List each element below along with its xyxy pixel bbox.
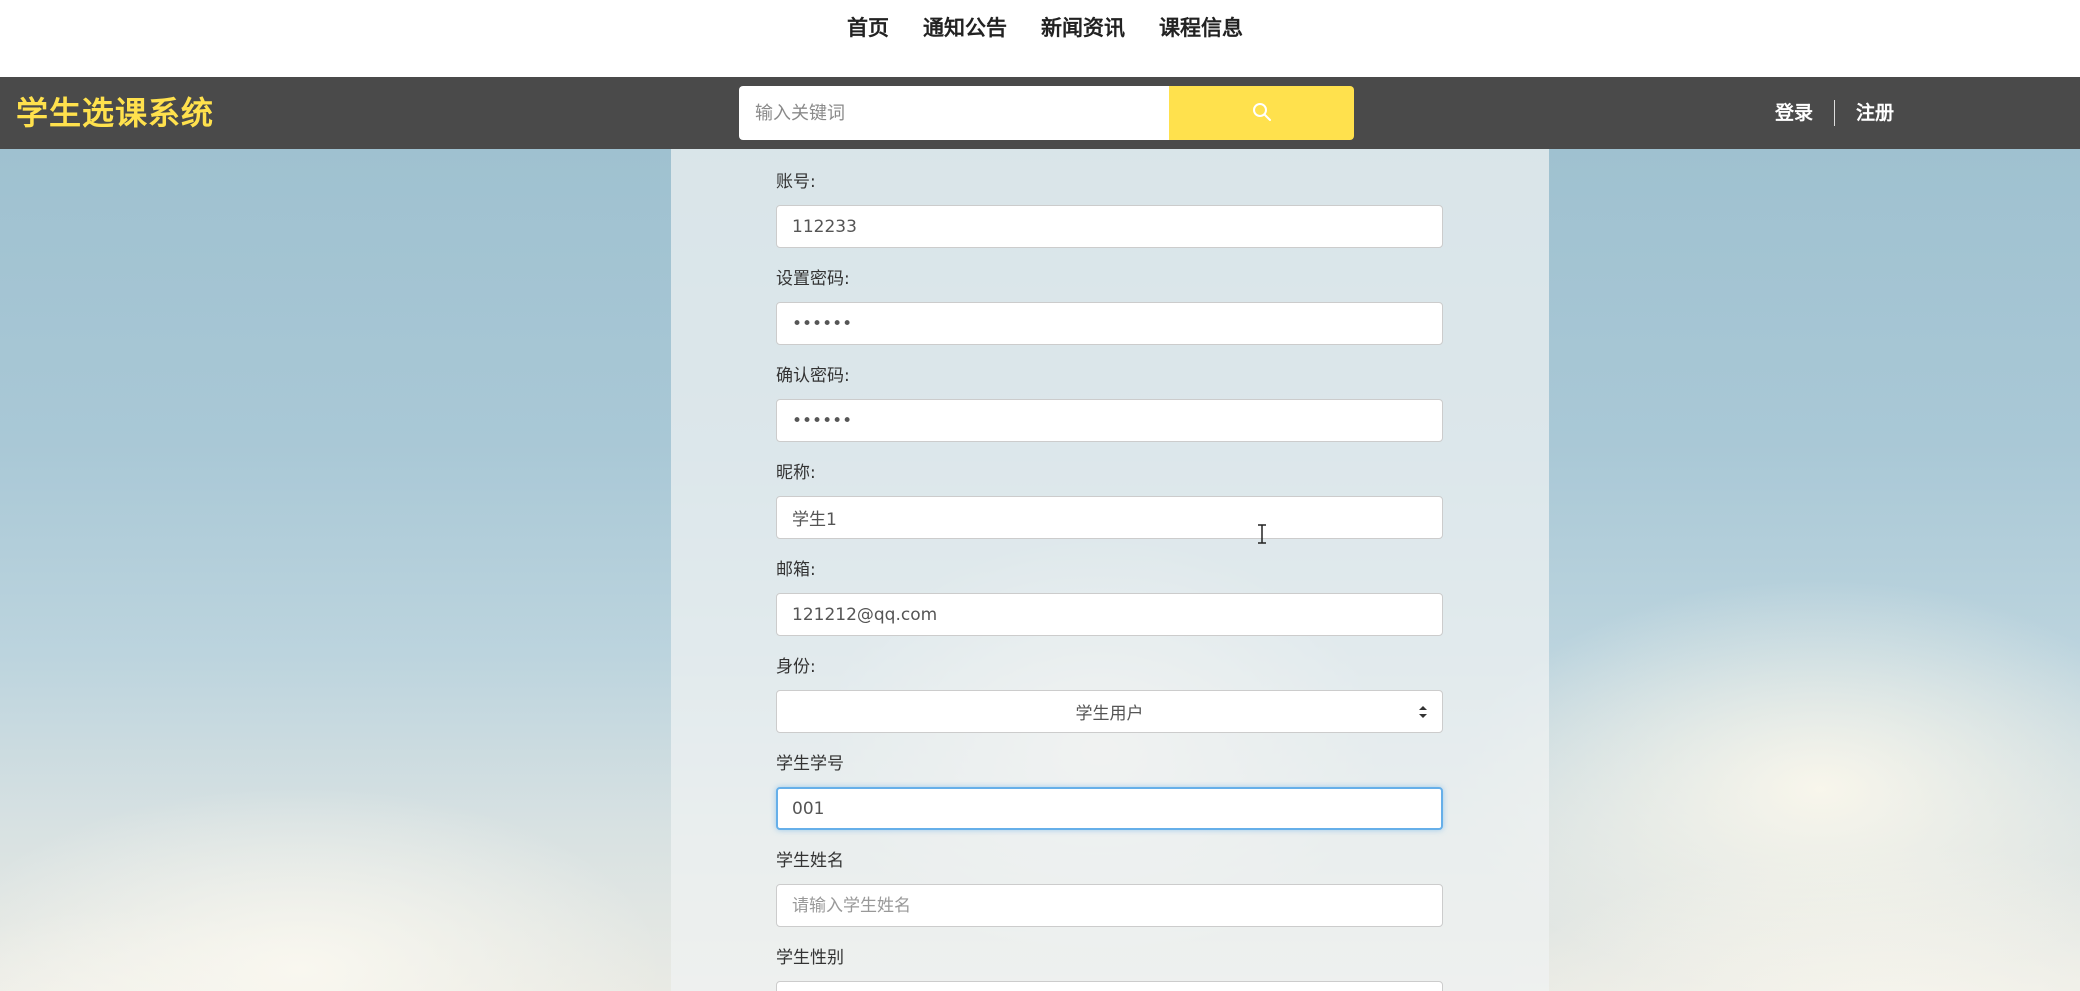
text-cursor-icon — [1256, 523, 1268, 545]
student-gender-field: 学生性别 — [776, 946, 1443, 991]
student-no-label: 学生学号 — [776, 754, 844, 774]
search-button[interactable] — [1169, 86, 1354, 140]
role-field: 身份: 学生用户 — [776, 655, 1443, 733]
login-link[interactable]: 登录 — [1775, 97, 1813, 129]
email-field: 邮箱: — [776, 558, 1443, 636]
student-name-field: 学生姓名 — [776, 849, 1443, 927]
nav-link-announcements[interactable]: 通知公告 — [923, 12, 1007, 44]
nickname-label: 昵称: — [776, 463, 816, 483]
student-no-field: 学生学号 — [776, 752, 1443, 830]
account-input[interactable] — [776, 205, 1443, 248]
student-name-input[interactable] — [776, 884, 1443, 927]
search-input[interactable] — [739, 86, 1169, 140]
confirm-password-label: 确认密码: — [776, 366, 850, 386]
account-label: 账号: — [776, 172, 816, 192]
email-input[interactable] — [776, 593, 1443, 636]
register-link[interactable]: 注册 — [1856, 97, 1894, 129]
chevron-updown-icon — [1418, 704, 1428, 720]
role-select[interactable]: 学生用户 — [776, 690, 1443, 733]
search-icon — [1252, 102, 1272, 125]
top-nav-links: 首页 通知公告 新闻资讯 课程信息 — [0, 12, 2080, 44]
nickname-input[interactable] — [776, 496, 1443, 539]
password-field: 设置密码: — [776, 267, 1443, 345]
email-label: 邮箱: — [776, 560, 816, 580]
top-nav: 首页 通知公告 新闻资讯 课程信息 — [0, 0, 2080, 77]
nav-link-news[interactable]: 新闻资讯 — [1041, 12, 1125, 44]
site-logo-title[interactable]: 学生选课系统 — [16, 91, 214, 135]
student-name-label: 学生姓名 — [776, 851, 844, 871]
account-field: 账号: — [776, 170, 1443, 248]
confirm-password-field: 确认密码: — [776, 364, 1443, 442]
nav-link-home[interactable]: 首页 — [847, 12, 889, 44]
student-no-input[interactable] — [776, 787, 1443, 830]
password-input[interactable] — [776, 302, 1443, 345]
auth-divider — [1834, 100, 1836, 126]
header-bar: 学生选课系统 登录 注册 — [0, 77, 2080, 149]
password-label: 设置密码: — [776, 269, 850, 289]
confirm-password-input[interactable] — [776, 399, 1443, 442]
auth-links: 登录 注册 — [1775, 97, 1894, 129]
student-gender-label: 学生性别 — [776, 948, 844, 968]
role-label: 身份: — [776, 657, 816, 677]
role-selected-value: 学生用户 — [1075, 704, 1144, 724]
nickname-field: 昵称: — [776, 461, 1443, 539]
student-gender-select[interactable] — [776, 981, 1443, 991]
nav-link-courses[interactable]: 课程信息 — [1159, 12, 1243, 44]
